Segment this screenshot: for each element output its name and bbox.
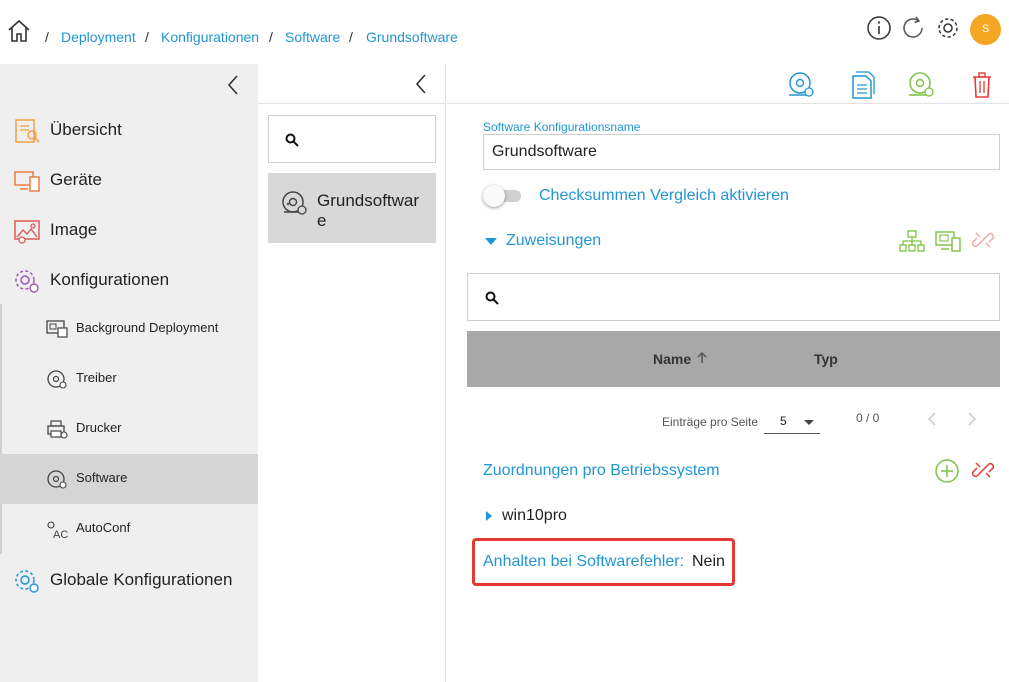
sidebar-subitem-label: Background Deployment [76,320,219,335]
sidebar-item-label: Image [50,220,98,239]
collapse-list-icon[interactable] [412,73,430,95]
image-icon [14,220,40,244]
name-field-label: Software Konfigurationsname [483,120,641,134]
collapse-sidebar-icon[interactable] [224,74,242,96]
os-assignments-heading: Zuordnungen pro Betriebssystem [483,462,720,479]
global-config-icon [15,570,39,593]
sidebar-item-image[interactable]: Image [0,206,258,256]
detail-toolbar [447,64,1009,104]
driver-icon [47,370,67,389]
sidebar: Übersicht Geräte Image Konfigurationen B… [0,64,258,682]
sidebar-subitem-treiber[interactable]: Treiber [0,354,258,404]
list-item[interactable]: Grundsoftware [268,173,436,243]
sidebar-item-geraete[interactable]: Geräte [0,156,258,206]
sidebar-subitem-autoconf[interactable]: AC AutoConf [0,504,258,554]
sidebar-subitem-drucker[interactable]: Drucker [0,404,258,454]
per-page-select[interactable]: 5 [764,408,820,434]
sidebar-subitem-label: Drucker [76,420,122,435]
delete-icon[interactable] [967,70,997,100]
settings-icon[interactable] [934,14,962,42]
add-software-icon[interactable] [906,70,936,100]
autoconf-icon: AC [47,521,68,539]
configurations-icon [15,270,39,293]
sidebar-item-konfigurationen[interactable]: Konfigurationen [0,256,258,306]
deploy-software-icon[interactable] [786,70,816,100]
list-search-field[interactable] [268,115,436,163]
previous-page-icon[interactable] [925,411,939,427]
caret-down-icon[interactable] [485,238,497,245]
pager-label: Einträge pro Seite [662,415,759,429]
sidebar-subitem-label: Treiber [76,370,117,385]
checksum-toggle-knob[interactable] [483,185,505,207]
breadcrumb-software[interactable]: Software [285,29,340,45]
software-icon [47,470,67,489]
breadcrumb-grundsoftware[interactable]: Grundsoftware [366,29,458,45]
sidebar-subitem-label: Software [76,470,128,485]
search-icon [285,133,299,147]
breadcrumb-separator: / [349,29,353,45]
breadcrumb-separator: / [45,29,49,45]
column-header-name[interactable]: Name [653,351,691,367]
sidebar-item-label: Globale Konfigurationen [50,570,233,589]
config-detail-panel: Software Konfigurationsname Grundsoftwar… [447,64,1009,682]
sidebar-item-globale-konfigurationen[interactable]: Globale Konfigurationen [0,556,258,606]
info-icon[interactable] [865,14,893,42]
sidebar-subitem-label: AutoConf [76,520,131,535]
software-icon [282,191,307,215]
sidebar-item-label: Geräte [50,170,102,189]
add-icon[interactable] [934,458,960,484]
unlink-icon[interactable] [971,458,995,482]
sidebar-item-label: Übersicht [50,120,122,139]
assignments-search-field[interactable] [467,273,1000,321]
chevron-down-icon [804,420,814,425]
breadcrumb-separator: / [145,29,149,45]
refresh-icon[interactable] [899,14,927,42]
column-header-typ[interactable]: Typ [814,351,838,367]
breadcrumb-konfigurationen[interactable]: Konfigurationen [161,29,259,45]
sidebar-subitem-software[interactable]: Software [0,454,258,504]
checksum-label: Checksummen Vergleich aktivieren [539,187,789,204]
breadcrumb-deployment[interactable]: Deployment [61,29,136,45]
home-icon[interactable] [6,18,32,44]
devices-icon [14,171,40,192]
background-deployment-icon [46,320,68,338]
assign-device-icon[interactable] [934,229,962,253]
config-list-panel: Grundsoftware [258,64,446,682]
pager-range: 0 / 0 [856,411,880,425]
sort-ascending-icon[interactable] [696,351,708,365]
name-input[interactable]: Grundsoftware [483,134,1000,170]
search-icon [485,291,499,305]
unlink-icon[interactable] [971,228,995,252]
os-item-win10pro[interactable]: win10pro [502,507,567,525]
list-item-label: Grundsoftware [317,191,420,230]
caret-right-icon[interactable] [486,511,492,521]
document-icon[interactable] [848,70,878,100]
halt-on-error-label: Anhalten bei Softwarefehler: [483,553,685,570]
assignments-table-header: Name Typ [467,331,1000,387]
breadcrumb-separator: / [269,29,273,45]
sidebar-item-uebersicht[interactable]: Übersicht [0,106,258,156]
assignments-toggle[interactable]: Zuweisungen [506,232,601,250]
hierarchy-icon[interactable] [899,229,925,253]
svg-text:AC: AC [53,529,68,539]
top-bar: / Deployment / Konfigurationen / Softwar… [0,0,1009,64]
halt-on-error-value[interactable]: Nein [692,553,725,571]
overview-icon [15,119,40,143]
sidebar-subitem-background-deployment[interactable]: Background Deployment [0,304,258,354]
next-page-icon[interactable] [965,411,979,427]
list-toolbar [258,64,446,104]
sidebar-item-label: Konfigurationen [50,270,170,289]
avatar[interactable]: S [970,14,1001,45]
printer-icon [47,420,68,439]
per-page-value: 5 [780,414,787,428]
